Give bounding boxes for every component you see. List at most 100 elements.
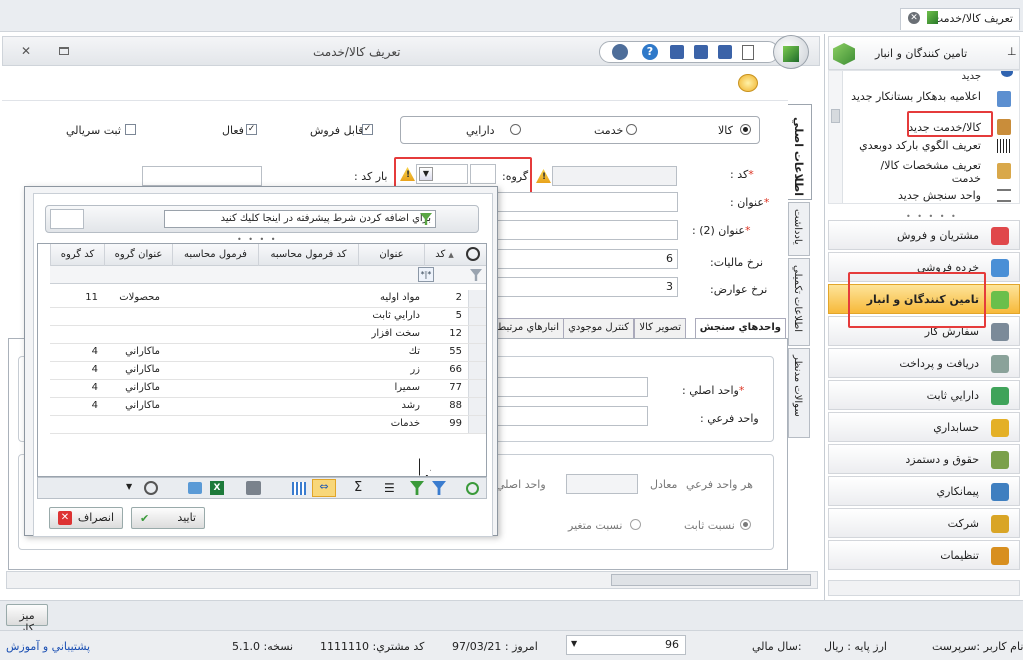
code-input[interactable] [552, 166, 677, 186]
excel-icon[interactable]: X [210, 481, 224, 495]
duty-input[interactable]: 3 [492, 277, 678, 297]
row-selector[interactable] [468, 290, 486, 307]
row-selector[interactable] [468, 380, 486, 397]
search-icon[interactable] [466, 247, 480, 261]
col-code[interactable]: كد ▲ [424, 244, 464, 266]
close-window-icon[interactable]: ✕ [21, 44, 31, 58]
main-unit-input[interactable] [488, 377, 648, 397]
title-input[interactable] [492, 192, 678, 212]
table-row[interactable]: 4 ماكاراني زر 66 [50, 362, 486, 380]
fixed-ratio-radio[interactable] [740, 519, 751, 530]
new-document-icon[interactable] [742, 45, 754, 60]
vtab-main-info[interactable]: اطلاعات اصلي [788, 104, 812, 200]
type-option-service-radio[interactable] [626, 124, 637, 135]
col-formula-code[interactable]: كد فرمول محاسبه [258, 244, 358, 266]
save-new-icon[interactable] [694, 45, 708, 59]
row-selector[interactable] [468, 398, 486, 415]
subtab-image[interactable]: تصوير كالا [634, 318, 686, 338]
row-selector[interactable] [468, 362, 486, 379]
side-link-barcode[interactable]: تعريف الگوي باركد دوبعدي [859, 139, 981, 152]
type-option-asset-radio[interactable] [510, 124, 521, 135]
nav-item-10[interactable]: تنظيمات [828, 540, 1020, 570]
tax-input[interactable]: 6 [492, 249, 678, 269]
table-row[interactable]: خدمات 99 [50, 416, 486, 434]
restore-window-icon[interactable] [59, 47, 69, 55]
fiscal-year-select[interactable]: 96 ▼ [566, 635, 686, 655]
subtab-stock-control[interactable]: كنترل موجودي [563, 318, 634, 338]
active-checkbox[interactable]: ✓ [246, 124, 257, 135]
filter-clear-icon[interactable] [410, 481, 424, 495]
columns-icon[interactable]: ☰ [384, 481, 395, 495]
title2-input[interactable] [492, 220, 678, 240]
vtab-extra-info[interactable]: اطلاعات تكميلي [788, 258, 810, 346]
variable-ratio-radio[interactable] [630, 519, 641, 530]
nav-item-6[interactable]: حسابداري [828, 412, 1020, 442]
column-chooser-icon[interactable] [292, 482, 306, 495]
col-formula[interactable]: فرمول محاسبه [172, 244, 258, 266]
col-group-title[interactable]: عنوان گروه [104, 244, 172, 266]
table-row[interactable]: سخت افزار 12 [50, 326, 486, 344]
layout-icon[interactable] [144, 481, 158, 495]
equivalent-input[interactable] [566, 474, 638, 494]
nav-item-0[interactable]: مشتريان و فروش [828, 220, 1020, 250]
cancel-button[interactable]: ✕ انصراف [49, 507, 123, 529]
type-option-goods-radio[interactable] [740, 124, 751, 135]
print-icon[interactable] [246, 481, 261, 495]
table-row[interactable]: 4 ماكاراني رشد 88 [50, 398, 486, 416]
filter-operator[interactable]: *|* [418, 267, 434, 282]
row-filter-icon[interactable] [470, 269, 482, 281]
nav-item-4[interactable]: دريافت و پرداخت [828, 348, 1020, 378]
table-row[interactable]: 11 محصولات مواد اوليه 2 [50, 290, 486, 308]
ok-button[interactable]: ✔ تاييد [131, 507, 205, 529]
row-selector[interactable] [468, 326, 486, 343]
sidebar-links-scrollbar[interactable] [829, 71, 843, 203]
sum-icon[interactable]: Σ [354, 480, 362, 495]
refresh-icon[interactable] [466, 482, 479, 495]
side-link-debit-credit[interactable]: اعلاميه بدهكار بستانكار جديد [849, 89, 981, 104]
close-tab-icon[interactable]: ✕ [908, 12, 920, 24]
save-icon[interactable] [670, 45, 684, 59]
desk-button[interactable]: ميز كار [6, 604, 48, 635]
col-group-code[interactable]: كد گروه [50, 244, 104, 266]
vtab-questions[interactable]: سوالات مدنظر [788, 348, 810, 438]
row-selector[interactable] [468, 308, 486, 325]
nav-item-8[interactable]: پيمانكاري [828, 476, 1020, 506]
table-row[interactable]: 4 ماكاراني تك 55 [50, 344, 486, 362]
nav-item-7[interactable]: حقوق و دستمزد [828, 444, 1020, 474]
side-link-unit[interactable]: واحد سنجش جديد [898, 189, 981, 202]
advanced-filter-prompt[interactable]: براي اضافه كردن شرط پيشرفته در اينجا كلي… [164, 210, 436, 228]
side-link-item-specs[interactable]: تعريف مشخصات كالا/خدمت [871, 159, 982, 185]
row-selector[interactable] [468, 416, 486, 433]
vtab-notes[interactable]: يادداشت [788, 202, 810, 256]
pin-icon[interactable]: ⊥ [1007, 45, 1017, 58]
more-dropdown-icon[interactable]: ▼ [126, 482, 132, 491]
nav-item-5[interactable]: دارايي ثابت [828, 380, 1020, 410]
fit-width-icon[interactable]: ⇔ [312, 479, 336, 497]
col-title[interactable]: عنوان [358, 244, 424, 266]
support-link[interactable]: پشتيباني و آموزش [6, 640, 90, 653]
status-today: امروز : 97/03/21 [452, 640, 538, 653]
filter-icon[interactable] [432, 481, 446, 495]
saleable-checkbox[interactable]: ✓ [362, 124, 373, 135]
table-row[interactable]: 4 ماكاراني سميرا 77 [50, 380, 486, 398]
serial-checkbox[interactable] [125, 124, 136, 135]
filter-side-box[interactable] [50, 209, 84, 229]
horizontal-scrollbar[interactable] [6, 571, 818, 589]
advanced-filter-bar[interactable]: براي اضافه كردن شرط پيشرفته در اينجا كلي… [45, 205, 479, 233]
subtab-units[interactable]: واحدهاي سنجش [694, 318, 786, 339]
cell-title: خدمات [390, 418, 420, 429]
row-selector[interactable] [468, 344, 486, 361]
barcode-input[interactable] [142, 166, 262, 186]
subtab-warehouses[interactable]: انبارهاي مرتبط [492, 318, 564, 338]
table-row[interactable]: دارايي ثابت 5 [50, 308, 486, 326]
scrollbar-thumb[interactable] [611, 574, 811, 586]
side-link-new[interactable]: جديد [962, 71, 981, 82]
nav-item-9[interactable]: شركت [828, 508, 1020, 538]
grid-filter-row[interactable]: *|* [50, 266, 486, 284]
sub-unit-input[interactable] [488, 406, 648, 426]
lightbulb-icon[interactable] [738, 74, 758, 92]
help-icon[interactable]: ? [642, 44, 658, 60]
export-icon[interactable] [188, 482, 202, 494]
tools-icon[interactable] [612, 44, 628, 60]
save-close-icon[interactable] [718, 45, 732, 59]
